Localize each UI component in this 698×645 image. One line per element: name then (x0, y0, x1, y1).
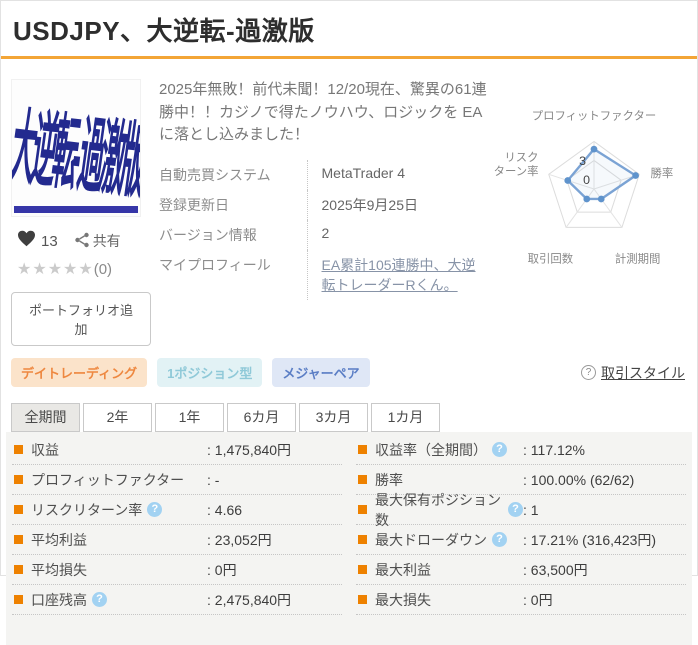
help-icon[interactable]: ? (492, 442, 507, 457)
tab-3-months[interactable]: 3カ月 (299, 403, 368, 432)
stat-row-max-profit: 最大利益 : 63,500円 (356, 555, 686, 585)
help-icon[interactable]: ? (92, 592, 107, 607)
like-count: 13 (41, 232, 58, 250)
info-value: 2025年9月25日 (306, 189, 489, 220)
stat-row-max-loss: 最大損失 : 0円 (356, 585, 686, 615)
stat-row-return-rate: 収益率（全期間）? : 117.12% (356, 435, 686, 465)
info-row-system: 自動売買システム MetaTrader 4 (159, 159, 489, 190)
radar-chart: プロフィットファクター 勝率 計測期間 取引回数 リスク ターン率 3 0 (489, 79, 698, 346)
bullet-icon (358, 445, 367, 454)
help-icon[interactable]: ? (147, 502, 163, 517)
product-description: 2025年無敗！前代未聞！12/20現在、驚異の61連勝中！！カジノで得たノウハ… (159, 81, 487, 143)
bullet-icon (358, 475, 367, 484)
bullet-icon (14, 475, 23, 484)
rating-count: (0) (93, 261, 113, 278)
info-label: 登録更新日 (159, 196, 229, 213)
bullet-icon (358, 535, 367, 544)
tab-2-years[interactable]: 2年 (83, 403, 152, 432)
info-row-profile: マイプロフィール EA累計105連勝中、大逆転トレーダーRくん。 (159, 249, 489, 300)
share-icon (74, 232, 93, 251)
help-icon[interactable]: ? (492, 532, 507, 547)
tab-all-period[interactable]: 全期間 (11, 403, 80, 432)
tags-row: デイトレーディング 1ポジション型 メジャーペア ? 取引スタイル (11, 358, 685, 387)
info-row-updated: 登録更新日 2025年9月25日 (159, 189, 489, 220)
product-image-underline (14, 206, 138, 213)
radar-axis-win-rate: 勝率 (650, 166, 673, 180)
help-icon[interactable]: ? (508, 502, 523, 517)
bullet-icon (358, 505, 367, 514)
share-button[interactable]: 共有 (74, 231, 121, 251)
bullet-icon (14, 505, 23, 514)
bullet-icon (358, 595, 367, 604)
product-image-text: 大逆転-過激版 (11, 103, 141, 211)
stats-panel: 収益 : 1,475,840円 プロフィットファクター : - リスクリターン率… (6, 432, 692, 645)
stat-row-revenue: 収益 : 1,475,840円 (12, 435, 342, 465)
info-value: MetaTrader 4 (306, 159, 489, 190)
info-label: 自動売買システム (159, 166, 271, 183)
rating: ★★★★★(0) (11, 259, 151, 279)
tag-one-position[interactable]: 1ポジション型 (157, 358, 263, 387)
radar-axis-risk-return-1: リスク (504, 151, 538, 164)
bullet-icon (14, 595, 23, 604)
product-image: 大逆転-過激版 (11, 79, 141, 217)
question-circle-icon: ? (581, 365, 596, 380)
stat-row-balance: 口座残高? : 2,475,840円 (12, 585, 342, 615)
radar-tick-0: 0 (583, 173, 590, 187)
stat-row-max-positions: 最大保有ポジション数? : 1 (356, 492, 686, 528)
like-button[interactable]: 13 (17, 230, 58, 252)
tag-major-pair[interactable]: メジャーペア (272, 358, 370, 387)
tab-1-month[interactable]: 1カ月 (371, 403, 440, 432)
trade-style-label: 取引スタイル (601, 364, 685, 381)
radar-axis-risk-return-2: ターン率 (494, 164, 539, 178)
tag-day-trading[interactable]: デイトレーディング (11, 358, 148, 387)
info-label: バージョン情報 (159, 226, 257, 243)
info-label: マイプロフィール (159, 256, 271, 273)
stat-row-profit-factor: プロフィットファクター : - (12, 465, 342, 495)
add-portfolio-button[interactable]: ポートフォリオ追加 (11, 292, 151, 346)
bullet-icon (14, 535, 23, 544)
bullet-icon (14, 445, 23, 454)
period-tabs: 全期間 2年 1年 6カ月 3カ月 1カ月 (11, 403, 697, 432)
tab-6-months[interactable]: 6カ月 (227, 403, 296, 432)
stat-row-avg-profit: 平均利益 : 23,052円 (12, 525, 342, 555)
info-value: 2 (306, 219, 489, 250)
product-header: 大逆転-過激版 13 共有 ★★★★★(0) ポートフォリオ追加 2025年無敗… (1, 59, 697, 346)
share-label: 共有 (92, 233, 121, 249)
page-title: USDJPY、大逆転-過激版 (13, 16, 315, 46)
info-row-version: バージョン情報 2 (159, 219, 489, 250)
profile-link[interactable]: EA累計105連勝中、大逆転トレーダーRくん。 (322, 257, 476, 293)
trade-style-link[interactable]: ? 取引スタイル (581, 363, 685, 383)
radar-axis-trades: 取引回数 (528, 251, 574, 265)
stat-row-max-drawdown: 最大ドローダウン? : 17.21% (316,423円) (356, 525, 686, 555)
star-icons: ★★★★★ (17, 261, 94, 278)
product-info-table: 自動売買システム MetaTrader 4 登録更新日 2025年9月25日 バ… (159, 159, 489, 300)
stat-row-risk-return: リスクリターン率? : 4.66 (12, 495, 342, 525)
heart-icon (17, 230, 36, 252)
stat-row-avg-loss: 平均損失 : 0円 (12, 555, 342, 585)
radar-axis-profit-factor: プロフィットファクター (532, 110, 656, 123)
bullet-icon (14, 565, 23, 574)
radar-axis-period: 計測期間 (615, 251, 661, 265)
tab-1-year[interactable]: 1年 (155, 403, 224, 432)
radar-tick-3: 3 (579, 154, 586, 168)
bullet-icon (358, 565, 367, 574)
